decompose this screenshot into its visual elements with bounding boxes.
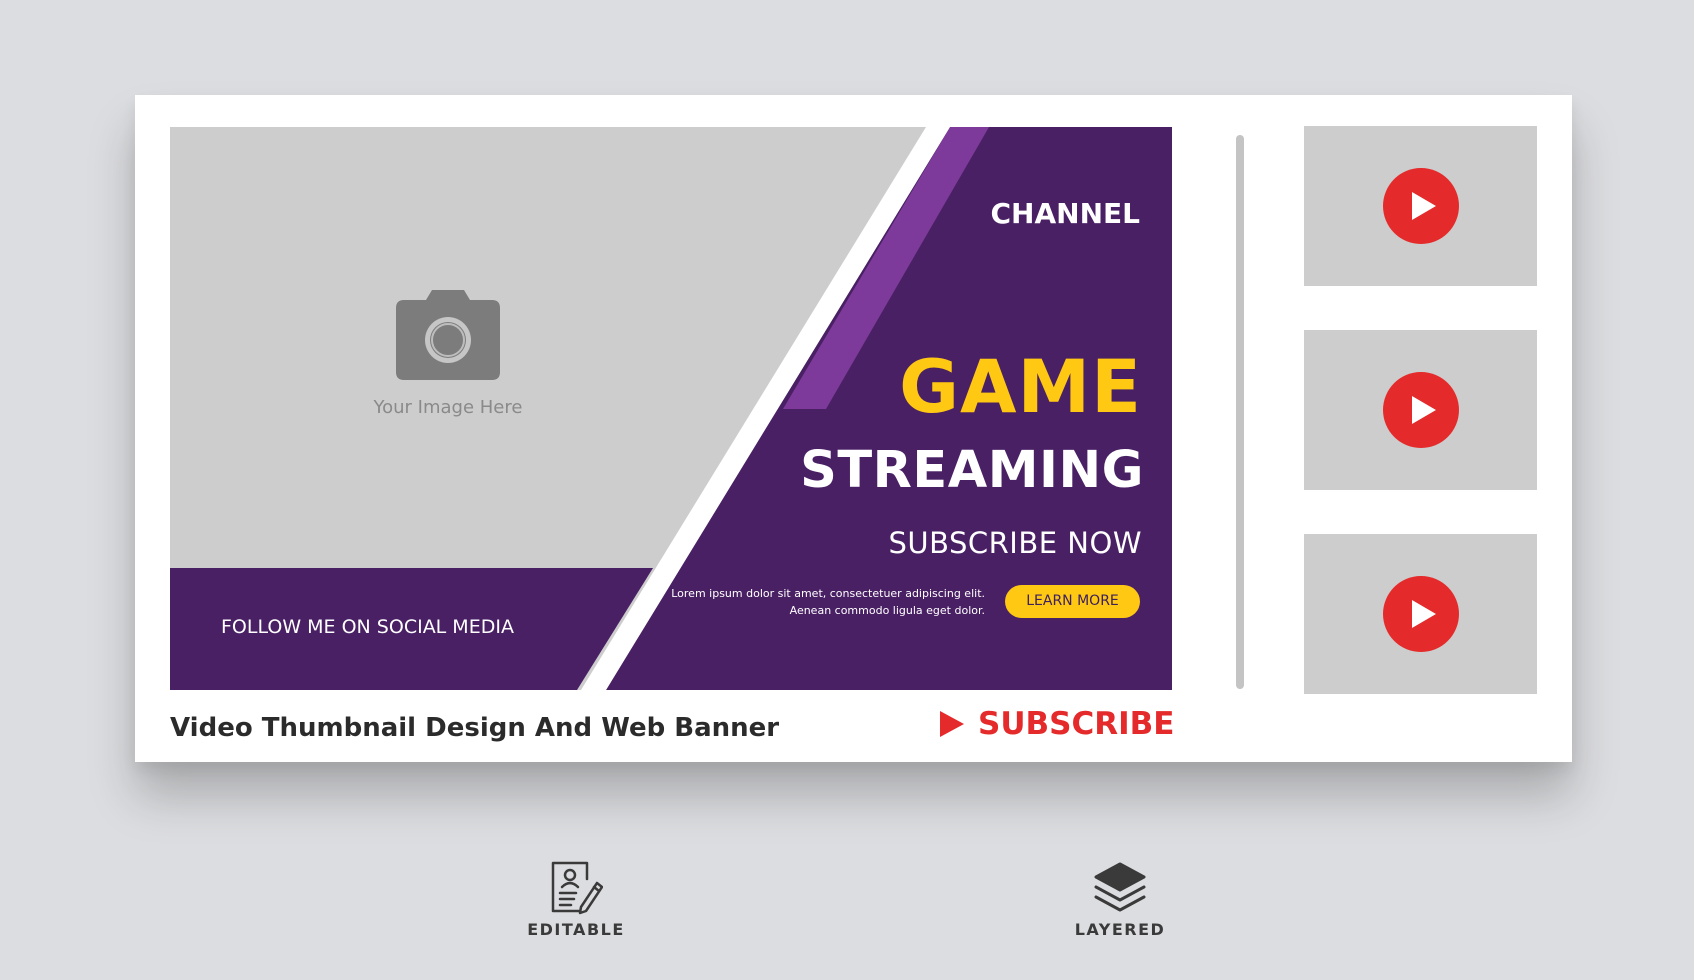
video-thumbnail-1[interactable] (1304, 126, 1537, 286)
headline-game: GAME (899, 345, 1142, 430)
banner-card: Your Image Here FOLLOW ME ON SOCIAL MEDI… (135, 95, 1572, 762)
lorem-text: Lorem ipsum dolor sit amet, consectetuer… (671, 585, 985, 619)
feature-editable: EDITABLE (496, 861, 656, 939)
play-icon (1383, 372, 1459, 448)
editable-icon (551, 861, 604, 915)
lorem-line-2: Aenean commodo ligula eget dolor. (789, 604, 985, 617)
feature-layered: LAYERED (1040, 861, 1200, 939)
subscribe-button[interactable]: SUBSCRIBE (940, 706, 1174, 742)
channel-label: CHANNEL (990, 197, 1141, 230)
play-triangle-icon (940, 711, 964, 737)
learn-more-button[interactable]: LEARN MORE (1005, 585, 1140, 618)
layers-icon (1094, 862, 1146, 912)
lorem-line-1: Lorem ipsum dolor sit amet, consectetuer… (671, 587, 985, 600)
scrollbar[interactable] (1236, 135, 1244, 689)
feature-label: EDITABLE (527, 920, 625, 939)
image-placeholder-text: Your Image Here (373, 397, 523, 418)
feature-label: LAYERED (1074, 920, 1166, 939)
play-icon (1383, 576, 1459, 652)
camera-icon (396, 290, 500, 380)
caption-text: Video Thumbnail Design And Web Banner (170, 713, 780, 743)
subscribe-now-text: SUBSCRIBE NOW (888, 526, 1142, 560)
follow-social-text: FOLLOW ME ON SOCIAL MEDIA (221, 616, 514, 638)
thumbnail-banner[interactable]: Your Image Here FOLLOW ME ON SOCIAL MEDI… (170, 127, 1172, 690)
video-thumbnail-3[interactable] (1304, 534, 1537, 694)
subscribe-label: SUBSCRIBE (978, 706, 1175, 742)
play-icon (1383, 168, 1459, 244)
video-thumbnail-2[interactable] (1304, 330, 1537, 490)
headline-streaming: STREAMING (800, 441, 1144, 500)
